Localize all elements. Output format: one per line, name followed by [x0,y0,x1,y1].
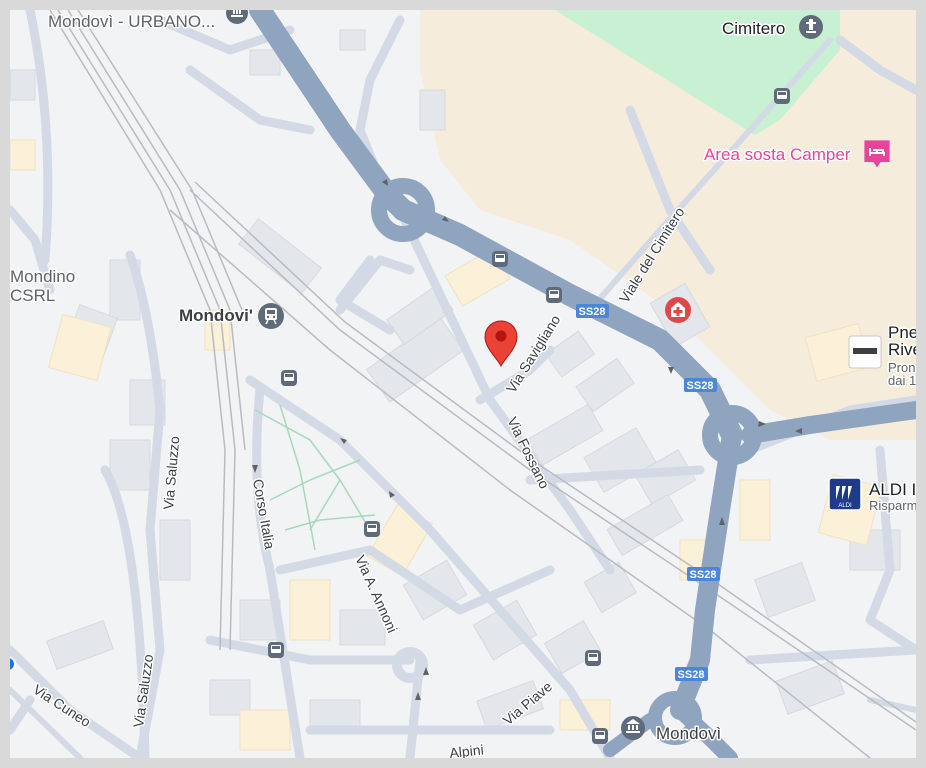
svg-text:SS28: SS28 [579,306,606,318]
place-label-mondovi: Mondovì [656,724,721,743]
poi-label-pneus-2: Rive [888,340,916,359]
route-shield: SS28 [576,304,609,318]
bus-stop-icon[interactable] [268,642,284,658]
route-shield: SS28 [684,378,717,392]
svg-text:SS28: SS28 [690,569,717,581]
poi-label-aldi: ALDI I [869,480,916,499]
bus-stop-icon[interactable] [364,521,380,537]
place-label-mondovi-urbano: Mondovì - URBANO... [48,12,215,31]
poi-sub-aldi: Risparm [869,498,916,513]
svg-text:SS28: SS28 [687,380,714,392]
poi-sub-pneus-2: dai 1 [888,373,916,388]
route-shield: SS28 [675,667,708,681]
svg-text:ALDI: ALDI [838,503,852,509]
place-label-csrl: CSRL [10,286,55,305]
poi-label-cimitero: Cimitero [722,19,785,38]
hospital-icon[interactable] [665,297,691,323]
place-label-mondovi-station: Mondovi' [179,306,253,325]
map-canvas[interactable]: SS28 SS28 SS28 SS28 Via Savigliano Viale… [10,10,916,758]
poi-cimitero[interactable]: Cimitero [721,15,823,40]
street-label-alpini: Alpini [449,741,485,758]
poi-aldi[interactable]: ALDI ALDI I Risparm [828,477,916,515]
map-view[interactable]: SS28 SS28 SS28 SS28 Via Savigliano Viale… [10,10,916,758]
poi-label-area-sosta-camper: Area sosta Camper [704,145,851,164]
svg-text:SS28: SS28 [678,669,705,681]
bus-stop-icon[interactable] [281,370,297,386]
bus-stop-icon[interactable] [492,251,508,267]
bus-stop-icon[interactable] [546,287,562,303]
street-label-via-saluzzo: Via Saluzzo [160,435,182,510]
transit-marker-icon[interactable] [10,656,16,672]
monument-icon [799,15,823,39]
place-label-mondino: Mondino [10,267,75,286]
monument-icon[interactable] [621,716,645,740]
bus-stop-icon[interactable] [774,88,790,104]
map-pin-icon[interactable] [484,320,518,368]
bus-stop-icon[interactable] [585,650,601,666]
bus-stop-icon[interactable] [592,728,608,744]
train-station-icon[interactable] [258,303,284,329]
aldi-logo-icon: ALDI [828,477,862,511]
street-label-corso-italia: Corso Italia [250,478,278,551]
route-shield: SS28 [687,567,720,581]
monument-icon[interactable] [226,10,248,24]
